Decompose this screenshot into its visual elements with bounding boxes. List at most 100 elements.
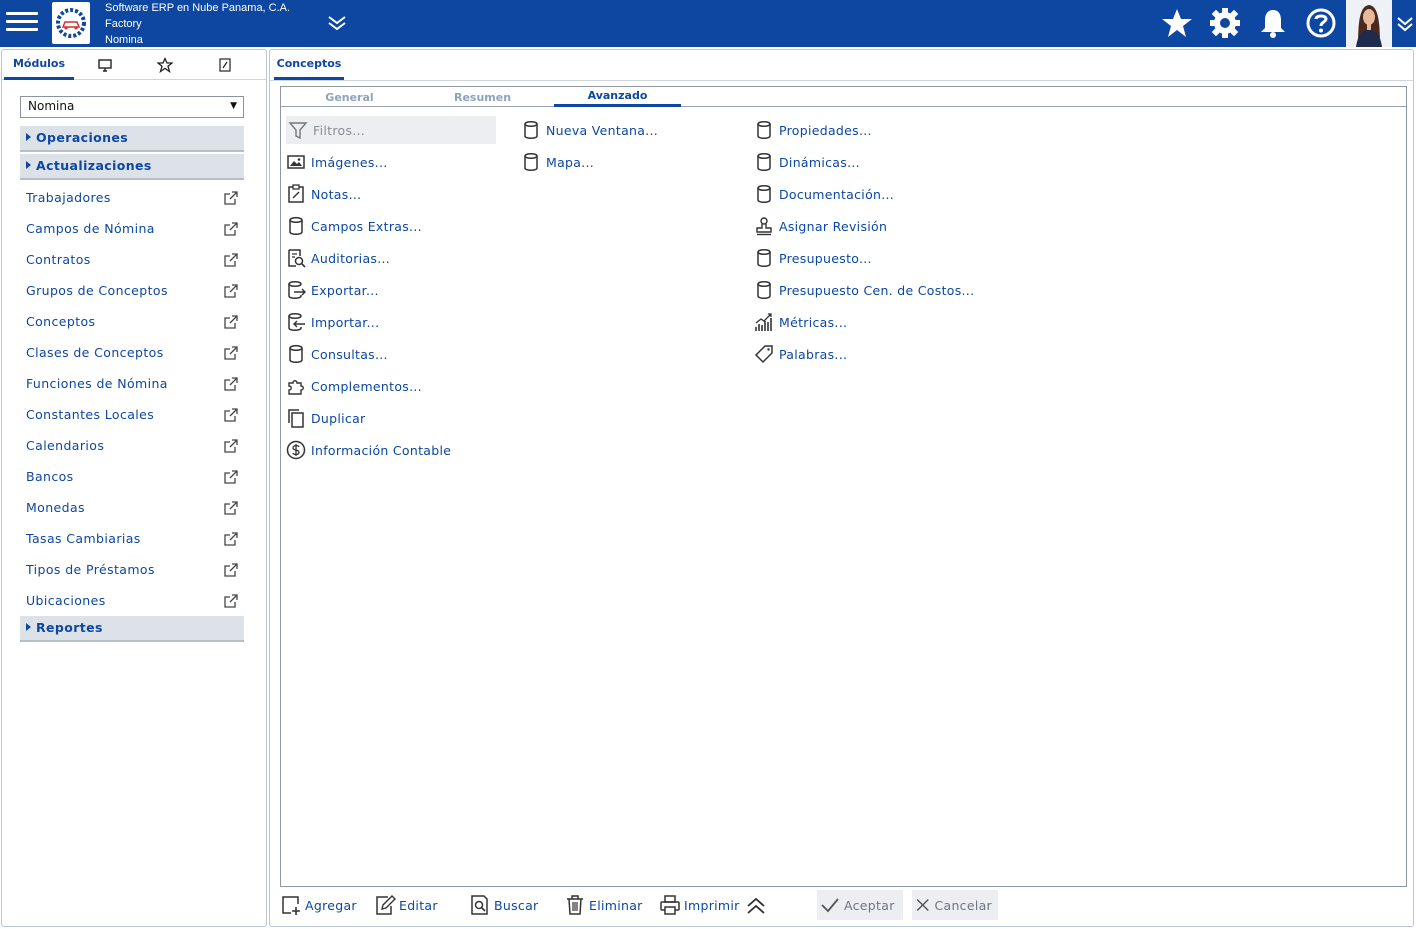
sidebar-item-3[interactable]: Grupos de Conceptos: [26, 283, 240, 305]
group-actualizaciones[interactable]: Actualizaciones: [20, 154, 244, 180]
action-label: Propiedades...: [779, 122, 872, 138]
export-icon: [288, 280, 306, 299]
bell-icon[interactable]: [1257, 7, 1289, 39]
action-label: Mapa...: [546, 154, 595, 170]
external-link-icon: [224, 439, 238, 453]
action-métricas[interactable]: Métricas...: [754, 308, 847, 336]
sidebar-item-2[interactable]: Contratos: [26, 252, 240, 274]
action-nueva-ventana[interactable]: Nueva Ventana...: [521, 116, 658, 144]
cancel-button[interactable]: Cancelar: [912, 890, 998, 920]
action-documentación[interactable]: Documentación...: [754, 180, 894, 208]
action-importar[interactable]: Importar...: [286, 308, 379, 336]
sidebar-item-11[interactable]: Tasas Cambiarias: [26, 531, 240, 553]
tag-icon: [754, 345, 773, 364]
double-chevron-down-icon[interactable]: [1395, 14, 1415, 34]
add-button[interactable]: Agregar: [280, 890, 357, 920]
double-chevron-up-icon[interactable]: [745, 896, 767, 916]
subtab-resumen[interactable]: Resumen: [419, 87, 546, 107]
external-link-icon: [224, 315, 238, 329]
expand-arrow-icon: [26, 161, 31, 169]
edit-icon: [376, 895, 396, 915]
tab-favorites[interactable]: [150, 50, 180, 80]
search-button[interactable]: Buscar: [469, 890, 538, 920]
tab-modulos[interactable]: Módulos: [4, 50, 74, 80]
double-chevron-down-icon[interactable]: [326, 14, 348, 32]
action-información-contable[interactable]: Información Contable: [286, 436, 451, 464]
star-icon[interactable]: [1161, 7, 1193, 39]
tab-edit[interactable]: [210, 50, 240, 80]
user-avatar[interactable]: [1346, 0, 1392, 47]
filter-icon: [288, 122, 308, 140]
action-asignar-revisión[interactable]: Asignar Revisión: [754, 212, 887, 240]
database-icon: [757, 280, 771, 299]
external-link-icon: [224, 501, 238, 515]
gear-icon[interactable]: [1209, 7, 1241, 39]
sidebar-item-1[interactable]: Campos de Nómina: [26, 221, 240, 243]
sidebar-item-12[interactable]: Tipos de Préstamos: [26, 562, 240, 584]
divider: [270, 80, 1413, 81]
external-link-icon: [224, 470, 238, 484]
group-reportes[interactable]: Reportes: [20, 616, 244, 642]
print-button[interactable]: Imprimir: [659, 890, 740, 920]
module-select[interactable]: Nomina ▼: [20, 96, 244, 118]
expand-arrow-icon: [26, 623, 31, 631]
action-label: Nueva Ventana...: [546, 122, 659, 138]
company-name: Software ERP en Nube Panama, C.A.: [105, 2, 291, 14]
action-propiedades[interactable]: Propiedades...: [754, 116, 872, 144]
accept-button[interactable]: Aceptar: [817, 890, 903, 920]
action-dinámicas[interactable]: Dinámicas...: [754, 148, 860, 176]
sidebar-item-8[interactable]: Calendarios: [26, 438, 240, 460]
sidebar-item-label: Ubicaciones: [26, 593, 106, 608]
sidebar-item-label: Campos de Nómina: [26, 221, 155, 236]
action-filtros[interactable]: Filtros...: [286, 116, 496, 144]
sidebar-item-label: Tipos de Préstamos: [26, 562, 155, 577]
dropdown-arrow-icon: ▼: [230, 101, 237, 111]
options-panel: General Resumen Avanzado Filtros... Imáge…: [280, 86, 1407, 887]
sidebar-item-4[interactable]: Conceptos: [26, 314, 240, 336]
sidebar-item-10[interactable]: Monedas: [26, 500, 240, 522]
sidebar-item-6[interactable]: Funciones de Nómina: [26, 376, 240, 398]
action-label: Consultas...: [311, 346, 388, 362]
action-auditorias[interactable]: Auditorias...: [286, 244, 390, 272]
action-presupuesto-cen-de-costos[interactable]: Presupuesto Cen. de Costos...: [754, 276, 974, 304]
tab-monitor[interactable]: [90, 50, 120, 80]
database-icon: [757, 184, 771, 203]
search-label: Buscar: [494, 897, 539, 913]
external-link-icon: [224, 284, 238, 298]
sidebar-item-9[interactable]: Bancos: [26, 469, 240, 491]
edit-button[interactable]: Editar: [374, 890, 438, 920]
menu-icon[interactable]: [6, 8, 38, 38]
help-icon[interactable]: [1305, 7, 1337, 39]
sidebar-item-13[interactable]: Ubicaciones: [26, 593, 240, 615]
sidebar-item-5[interactable]: Clases de Conceptos: [26, 345, 240, 367]
notes-icon: [288, 184, 304, 203]
monitor-icon: [98, 59, 112, 72]
group-operaciones[interactable]: Operaciones: [20, 126, 244, 152]
subtab-general[interactable]: General: [286, 87, 413, 107]
external-link-icon: [224, 346, 238, 360]
external-link-icon: [224, 594, 238, 608]
action-mapa[interactable]: Mapa...: [521, 148, 594, 176]
company-module: Nomina: [105, 34, 143, 46]
action-presupuesto[interactable]: Presupuesto...: [754, 244, 872, 272]
search-document-icon: [471, 895, 488, 915]
print-label: Imprimir: [684, 897, 740, 913]
action-complementos[interactable]: Complementos...: [286, 372, 422, 400]
action-exportar[interactable]: Exportar...: [286, 276, 379, 304]
action-palabras[interactable]: Palabras...: [754, 340, 847, 368]
delete-button[interactable]: Eliminar: [564, 890, 643, 920]
sidebar-item-0[interactable]: Trabajadores: [26, 190, 240, 212]
action-notas[interactable]: Notas...: [286, 180, 361, 208]
tab-conceptos[interactable]: Conceptos: [274, 50, 344, 80]
stamp-icon: [756, 217, 772, 236]
database-icon: [524, 120, 538, 139]
subtab-avanzado[interactable]: Avanzado: [554, 87, 681, 107]
action-label: Palabras...: [779, 346, 848, 362]
action-imágenes[interactable]: Imágenes...: [286, 148, 388, 176]
subtabs: General Resumen Avanzado: [281, 87, 1406, 107]
action-campos-extras[interactable]: Campos Extras...: [286, 212, 422, 240]
action-consultas[interactable]: Consultas...: [286, 340, 388, 368]
trash-icon: [567, 895, 583, 915]
action-duplicar[interactable]: Duplicar: [286, 404, 366, 432]
sidebar-item-7[interactable]: Constantes Locales: [26, 407, 240, 429]
